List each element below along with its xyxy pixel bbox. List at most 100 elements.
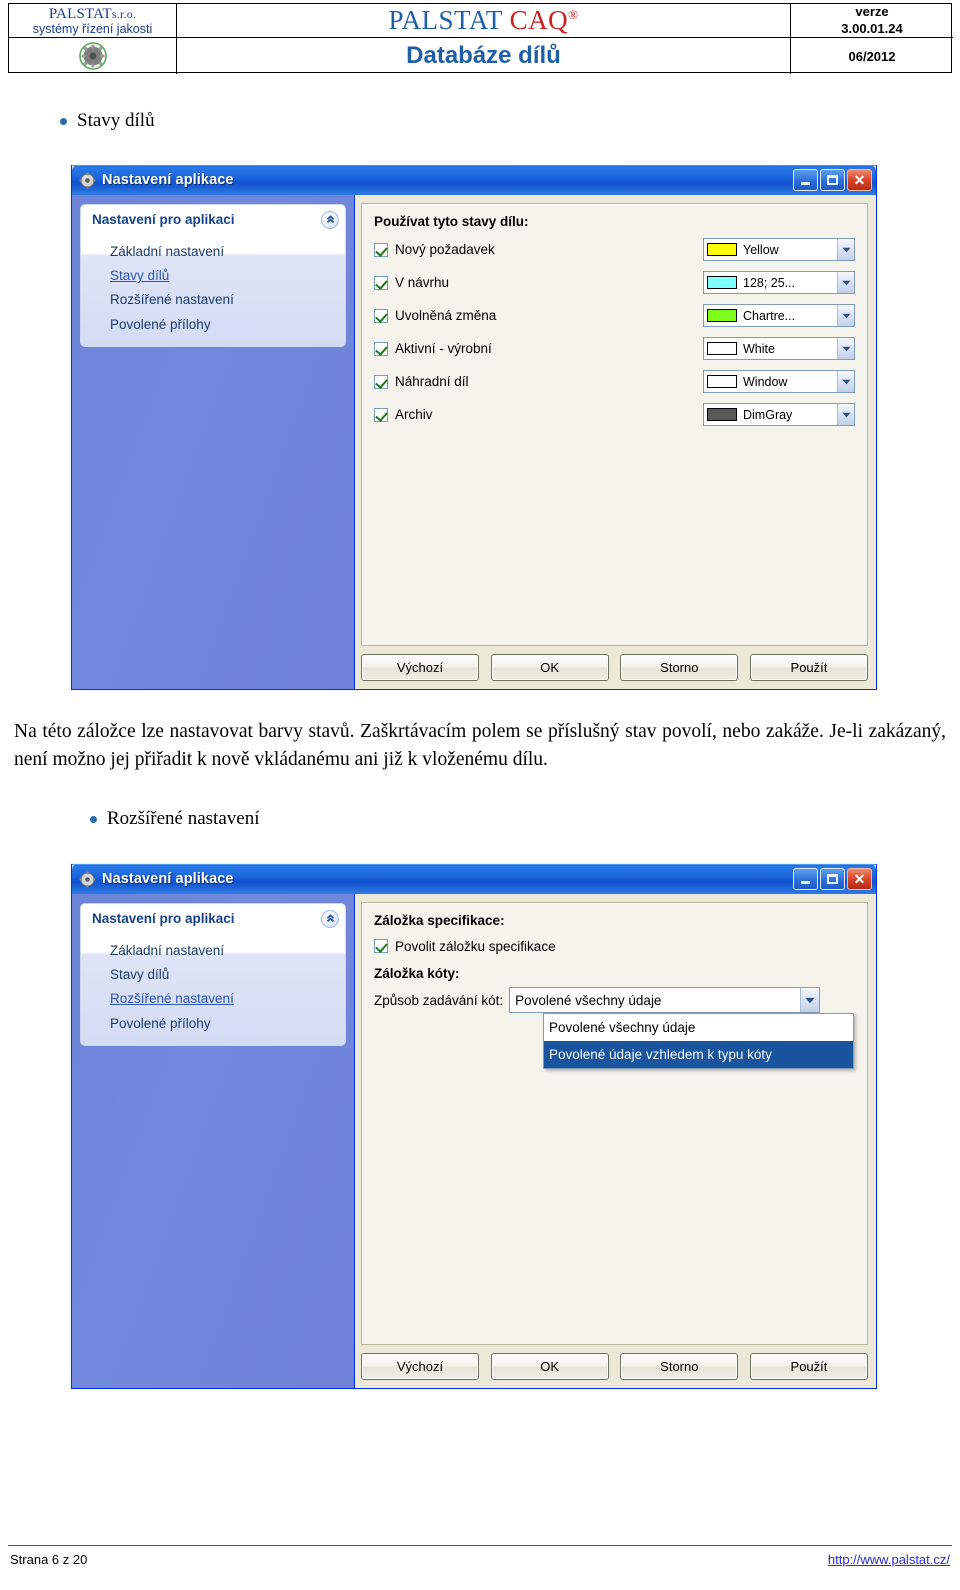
- nav-group: Nastavení pro aplikaci Základní nastaven…: [80, 204, 346, 347]
- product-title-accent: CAQ: [509, 5, 569, 35]
- state-checkbox[interactable]: [374, 407, 388, 422]
- state-color-combobox[interactable]: Window: [703, 370, 855, 393]
- apply-button[interactable]: Použít: [749, 1353, 868, 1380]
- product-title: PALSTAT CAQ®: [388, 5, 578, 36]
- gear-icon: [79, 172, 96, 189]
- settings-content-pane: Záložka specifikace: Povolit záložku spe…: [355, 894, 876, 1388]
- close-icon[interactable]: ✕: [847, 169, 872, 191]
- kota-method-dropdown-list[interactable]: Povolené všechny údaje Povolené údaje vz…: [543, 1013, 854, 1069]
- window-controls: ✕: [793, 169, 872, 191]
- version-value: 3.00.01.24: [841, 20, 903, 36]
- nav-item-stavy-dilu[interactable]: Stavy dílů: [81, 963, 345, 987]
- state-label: Náhradní díl: [395, 374, 469, 389]
- application-settings-dialog-advanced: Nastavení aplikace ✕ Nastavení pro aplik…: [71, 864, 877, 1389]
- state-color-combobox[interactable]: Yellow: [703, 238, 855, 261]
- minimize-icon[interactable]: [793, 868, 818, 890]
- state-checkbox[interactable]: [374, 275, 388, 290]
- apply-button[interactable]: Použít: [749, 654, 868, 681]
- state-row: Aktivní - výrobní White: [374, 332, 855, 365]
- enable-spec-checkbox[interactable]: [374, 939, 388, 953]
- nav-item-rozsirene-nastaveni[interactable]: Rozšířené nastavení: [81, 987, 345, 1011]
- state-checkbox[interactable]: [374, 308, 388, 323]
- dialog-titlebar[interactable]: Nastavení aplikace ✕: [72, 165, 876, 195]
- state-label: Aktivní - výrobní: [395, 341, 492, 356]
- nav-item-zakladni-nastaveni[interactable]: Základní nastavení: [81, 939, 345, 963]
- company-legal-form: s.r.o.: [111, 6, 137, 21]
- state-checkbox[interactable]: [374, 374, 388, 389]
- chevron-down-icon[interactable]: [800, 988, 820, 1012]
- settings-navigation-pane: Nastavení pro aplikaci Základní nastaven…: [72, 894, 355, 1388]
- nav-item-stavy-dilu[interactable]: Stavy dílů: [81, 264, 345, 288]
- state-color-combobox[interactable]: DimGray: [703, 403, 855, 426]
- settings-content-pane: Používat tyto stavy dílu: Nový požadavek…: [355, 195, 876, 689]
- nav-group: Nastavení pro aplikaci Základní nastaven…: [80, 903, 346, 1046]
- state-color-combobox[interactable]: White: [703, 337, 855, 360]
- document-title: Databáze dílů: [406, 42, 561, 69]
- maximize-icon[interactable]: [820, 169, 845, 191]
- dialog-body: Nastavení pro aplikaci Základní nastaven…: [72, 195, 876, 689]
- nav-item-povolene-prilohy[interactable]: Povolené přílohy: [81, 1012, 345, 1036]
- dialog-title: Nastavení aplikace: [102, 871, 234, 887]
- dialog-titlebar[interactable]: Nastavení aplikace ✕: [72, 864, 876, 894]
- nav-group-header: Nastavení pro aplikaci: [81, 904, 345, 933]
- color-swatch: [707, 342, 737, 355]
- state-color-combobox[interactable]: 128; 25...: [703, 271, 855, 294]
- state-color-combobox[interactable]: Chartre...: [703, 304, 855, 327]
- nav-group-header: Nastavení pro aplikaci: [81, 205, 345, 234]
- chevron-down-icon[interactable]: [837, 338, 854, 359]
- chevron-down-icon[interactable]: [837, 239, 854, 260]
- document-header: PALSTATs.r.o. systémy řízení jakosti PAL…: [8, 3, 953, 74]
- gear-icon: [78, 41, 108, 71]
- bullet-icon: [60, 117, 67, 125]
- chevron-down-icon[interactable]: [837, 404, 854, 425]
- kota-method-combobox[interactable]: Povolené všechny údaje: [509, 987, 821, 1013]
- state-label: Archiv: [395, 407, 433, 422]
- state-row: Nový požadavek Yellow: [374, 233, 855, 266]
- chevron-up-icon[interactable]: [321, 210, 339, 229]
- maximize-icon[interactable]: [820, 868, 845, 890]
- spec-section-label: Záložka specifikace:: [374, 913, 505, 928]
- dropdown-option[interactable]: Povolené všechny údaje: [544, 1014, 853, 1041]
- gear-icon: [79, 871, 96, 888]
- minimize-icon[interactable]: [793, 169, 818, 191]
- nav-group-title: Nastavení pro aplikaci: [92, 212, 235, 227]
- state-label: Uvolněná změna: [395, 308, 497, 323]
- state-checkbox[interactable]: [374, 341, 388, 356]
- chevron-down-icon[interactable]: [837, 305, 854, 326]
- state-checkbox[interactable]: [374, 242, 388, 257]
- footer-url[interactable]: http://www.palstat.cz/: [828, 1552, 950, 1567]
- dialog-body: Nastavení pro aplikaci Základní nastaven…: [72, 894, 876, 1388]
- color-name: 128; 25...: [743, 275, 796, 290]
- nav-item-rozsirene-nastaveni[interactable]: Rozšířené nastavení: [81, 288, 345, 312]
- section-heading-label: Stavy dílů: [77, 110, 155, 131]
- page-number: Strana 6 z 20: [10, 1552, 88, 1567]
- version-label: verze: [855, 4, 889, 20]
- cancel-button[interactable]: Storno: [620, 654, 739, 681]
- nav-item-povolene-prilohy[interactable]: Povolené přílohy: [81, 313, 345, 337]
- state-row: Archiv DimGray: [374, 398, 855, 431]
- color-name: Chartre...: [743, 308, 796, 323]
- dropdown-option-selected[interactable]: Povolené údaje vzhledem k typu kóty: [544, 1041, 853, 1068]
- nav-item-zakladni-nastaveni[interactable]: Základní nastavení: [81, 240, 345, 264]
- state-row: V návrhu 128; 25...: [374, 266, 855, 299]
- color-name: Window: [743, 374, 788, 389]
- chevron-down-icon[interactable]: [837, 371, 854, 392]
- default-button[interactable]: Výchozí: [361, 1353, 479, 1380]
- chevron-down-icon[interactable]: [837, 272, 854, 293]
- color-name: White: [743, 341, 775, 356]
- document-date: 06/2012: [848, 48, 896, 64]
- ok-button[interactable]: OK: [490, 1353, 609, 1380]
- enable-spec-label: Povolit záložku specifikace: [395, 938, 556, 954]
- state-label: Nový požadavek: [395, 242, 495, 257]
- close-icon[interactable]: ✕: [847, 868, 872, 890]
- state-label: V návrhu: [395, 275, 450, 290]
- dialog-title: Nastavení aplikace: [102, 172, 234, 188]
- chevron-up-icon[interactable]: [321, 909, 339, 928]
- default-button[interactable]: Výchozí: [361, 654, 479, 681]
- ok-button[interactable]: OK: [490, 654, 609, 681]
- registered-mark: ®: [568, 7, 579, 22]
- kota-section-label: Záložka kóty:: [374, 966, 460, 981]
- kota-selected-value: Povolené všechny údaje: [515, 992, 662, 1008]
- cancel-button[interactable]: Storno: [620, 1353, 739, 1380]
- application-settings-dialog-states: Nastavení aplikace ✕ Nastavení pro aplik…: [71, 165, 877, 690]
